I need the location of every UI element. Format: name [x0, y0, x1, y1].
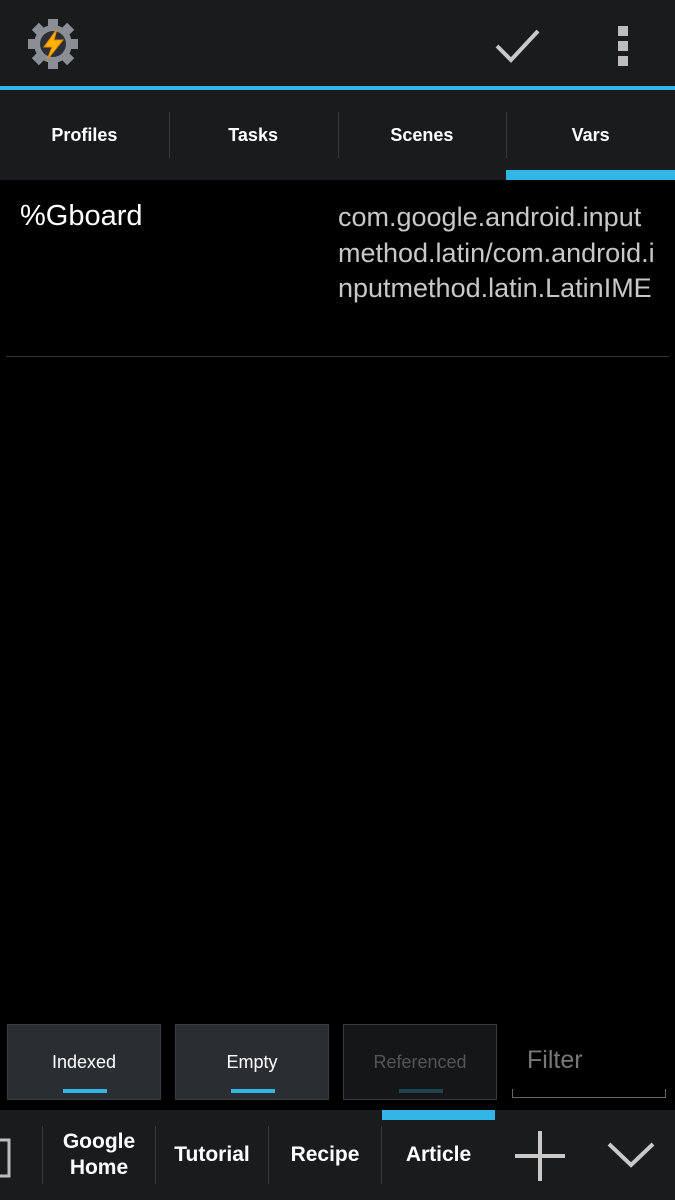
variable-row[interactable]: %Gboard com.google.android.inputmethod.l…: [6, 180, 669, 357]
check-icon[interactable]: [493, 26, 541, 66]
toggle-indicator: [231, 1089, 275, 1093]
filter-bar: Indexed Empty Referenced Filter: [0, 1022, 675, 1102]
overflow-menu-icon[interactable]: [616, 26, 630, 66]
tab-profiles[interactable]: Profiles: [0, 90, 169, 180]
tasker-gear-icon[interactable]: [26, 17, 80, 71]
variable-value[interactable]: com.google.android.inputmethod.latin/com…: [338, 200, 663, 307]
indexed-button[interactable]: Indexed: [7, 1024, 161, 1100]
chevron-down-icon[interactable]: [606, 1140, 656, 1170]
filter-input[interactable]: Filter: [512, 1032, 666, 1098]
tab-scenes[interactable]: Scenes: [337, 90, 507, 180]
empty-button[interactable]: Empty: [175, 1024, 329, 1100]
project-recipe[interactable]: Recipe: [269, 1110, 381, 1200]
toggle-indicator: [63, 1089, 107, 1093]
project-bar: Google Home Tutorial Recipe Article: [0, 1110, 675, 1200]
action-bar: [0, 0, 675, 88]
plus-icon[interactable]: [514, 1130, 566, 1182]
tab-vars[interactable]: Vars: [506, 90, 675, 180]
project-tutorial[interactable]: Tutorial: [156, 1110, 268, 1200]
project-article[interactable]: Article: [382, 1110, 495, 1200]
project-google-home[interactable]: Google Home: [43, 1110, 155, 1200]
toggle-indicator: [399, 1089, 443, 1093]
referenced-button[interactable]: Referenced: [343, 1024, 497, 1100]
image-icon[interactable]: [0, 1138, 12, 1178]
variable-name[interactable]: %Gboard: [20, 200, 143, 233]
main-tabs: Profiles Tasks Scenes Vars: [0, 90, 675, 180]
tab-tasks[interactable]: Tasks: [168, 90, 338, 180]
